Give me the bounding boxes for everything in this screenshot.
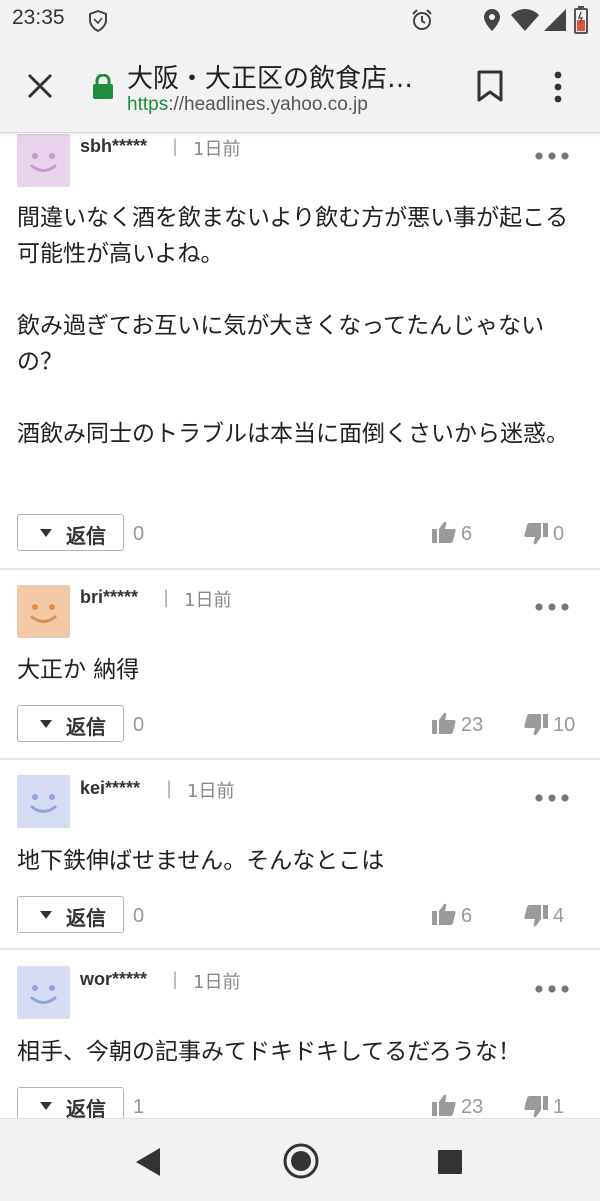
comment-body: 地下鉄伸ばせません。そんなとこは [17,848,385,874]
like-count: 23 [461,1096,484,1118]
reply-button[interactable]: 返信 [17,1087,124,1118]
smiley-avatar-icon [17,585,70,638]
dislike-count: 1 [553,1096,565,1118]
caret-down-icon [40,529,52,537]
comment-time: 1日前 [187,781,235,802]
comment-list[interactable]: sbh***** | 1日前 間違いなく酒を飲まないより飲む方が悪い事が起こる可… [0,132,600,1118]
caret-down-icon [40,720,52,728]
signal-icon [543,8,567,36]
location-icon [481,8,503,36]
comment-item: kei***** | 1日前 地下鉄伸ばせません。そんなとこは 返信 0 6 4 [0,760,600,948]
smiley-avatar-icon [17,134,70,187]
comment-username[interactable]: sbh***** [80,136,147,157]
like-count: 6 [461,523,473,545]
comment-body: 大正か 納得 [17,657,140,683]
comment-time: 1日前 [184,590,232,611]
recents-icon[interactable] [437,1149,463,1179]
caret-down-icon [40,911,52,919]
like-count: 23 [461,714,484,736]
meta-separator: | [163,587,170,608]
comment-username[interactable]: wor***** [80,969,147,990]
smiley-avatar-icon [17,775,70,828]
comment-time: 1日前 [193,139,241,160]
thumbs-down-icon[interactable] [524,1096,548,1118]
url-scheme: https [127,94,169,115]
dislike-count: 0 [553,523,565,545]
more-icon[interactable] [534,146,570,160]
back-icon[interactable] [134,1147,162,1181]
comment-body: 相手、今朝の記事みてドキドキしてるだろうな！ [17,1039,521,1065]
comment-username[interactable]: bri***** [80,587,138,608]
thumbs-down-icon[interactable] [524,714,548,740]
more-icon[interactable] [534,979,570,993]
reply-count: 0 [133,523,145,545]
smiley-avatar-icon [17,966,70,1019]
reply-button[interactable]: 返信 [17,896,124,933]
thumbs-up-icon[interactable] [432,1094,456,1118]
alarm-icon [410,8,434,36]
meta-separator: | [172,969,179,990]
thumbs-down-icon[interactable] [524,523,548,549]
reply-button[interactable]: 返信 [17,705,124,742]
more-icon[interactable] [534,597,570,611]
meta-separator: | [172,136,179,157]
more-icon[interactable] [534,788,570,802]
comment-item: bri***** | 1日前 大正か 納得 返信 0 23 10 [0,570,600,758]
page-title[interactable]: 大阪・大正区の飲食店… [127,58,413,95]
wifi-icon [510,8,540,36]
meta-separator: | [166,778,173,799]
reply-label: 返信 [66,1097,106,1118]
reply-count: 0 [133,905,145,927]
reply-count: 0 [133,714,145,736]
reply-count: 1 [133,1096,145,1118]
home-icon[interactable] [283,1143,319,1183]
dislike-count: 10 [553,714,576,736]
thumbs-up-icon[interactable] [432,712,456,738]
comment-time: 1日前 [193,972,241,993]
url-text[interactable]: https://headlines.yahoo.co.jp [127,94,368,116]
reply-label: 返信 [66,715,106,739]
battery-icon [574,6,588,38]
reply-label: 返信 [66,906,106,930]
close-icon[interactable] [20,66,60,106]
comment-body: 間違いなく酒を飲まないより飲む方が悪い事が起こる可能性が高いよね。 飲み過ぎてお… [17,205,569,447]
comment-item: sbh***** | 1日前 間違いなく酒を飲まないより飲む方が悪い事が起こる可… [0,132,600,568]
status-bar: 23:35 [0,0,600,40]
caret-down-icon [40,1102,52,1110]
shield-icon [88,9,108,36]
menu-icon[interactable] [552,70,564,108]
comment-username[interactable]: kei***** [80,778,140,799]
thumbs-down-icon[interactable] [524,905,548,931]
thumbs-up-icon[interactable] [432,903,456,929]
lock-icon [92,73,114,104]
bookmark-icon[interactable] [476,70,504,106]
reply-button[interactable]: 返信 [17,514,124,551]
status-time: 23:35 [12,6,65,29]
thumbs-up-icon[interactable] [432,521,456,547]
navigation-bar [0,1118,600,1201]
like-count: 6 [461,905,473,927]
reply-label: 返信 [66,524,106,548]
browser-toolbar: 大阪・大正区の飲食店… https://headlines.yahoo.co.j… [0,40,600,133]
comment-item: wor***** | 1日前 相手、今朝の記事みてドキドキしてるだろうな！ 返信… [0,950,600,1118]
url-host: ://headlines.yahoo.co.jp [168,94,368,115]
dislike-count: 4 [553,905,565,927]
